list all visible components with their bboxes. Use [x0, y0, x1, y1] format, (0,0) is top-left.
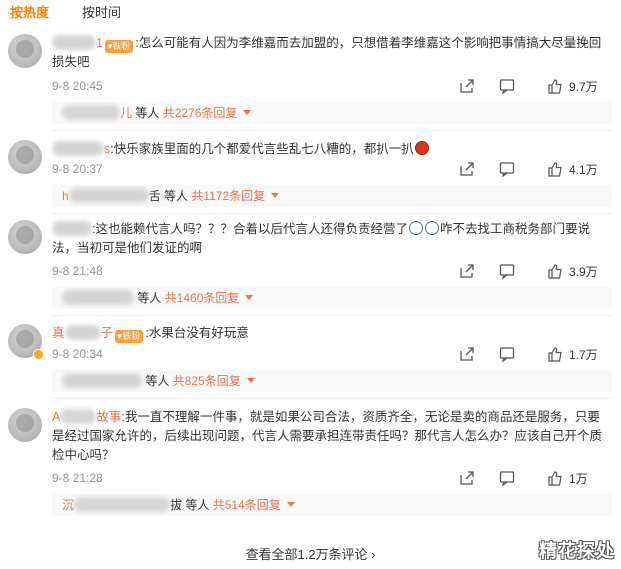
comment-time: 9-8 20:37	[52, 162, 103, 176]
reply-summary[interactable]: 沉拔 等人 共514条回复	[52, 494, 612, 516]
reply-count-link[interactable]: 共514条回复	[213, 498, 281, 512]
comment-text: A 故事:我一直不理解一件事，就是如果公司合法，资质齐全，无论是卖的商品还是服务，…	[52, 408, 612, 465]
divider	[52, 130, 612, 131]
comment-actions: 9.7万	[459, 78, 609, 95]
emoji-icon	[424, 221, 439, 235]
share-icon[interactable]	[459, 78, 475, 94]
comment-time: 9-8 20:45	[52, 79, 103, 93]
share-icon[interactable]	[459, 470, 475, 486]
avatar[interactable]	[8, 140, 42, 174]
comment-body: :这也能赖代言人吗？？？合着以后代言人还得负责经营了	[92, 222, 408, 236]
comment-text: 真子 ♥铁粉:水果台没有好玩意	[52, 324, 612, 343]
share-icon[interactable]	[459, 161, 475, 177]
comment-time: 9-8 21:28	[52, 471, 103, 485]
comment-body: :怎么可能有人因为李维嘉而去加盟的，只想借着李维嘉这个影响把事情搞大尽量挽回损失…	[52, 36, 602, 69]
avatar[interactable]	[8, 220, 42, 254]
reply-summary[interactable]: 等人 共825条回复	[52, 370, 612, 392]
avatar[interactable]	[8, 34, 42, 68]
emoji-icon	[408, 221, 423, 235]
comment-text: s:快乐家族里面的几个都爱代言些乱七八糟的，都扒一扒	[52, 140, 612, 159]
reply-count-link[interactable]: 共1172条回复	[191, 189, 265, 203]
chevron-down-icon	[286, 502, 295, 507]
chevron-down-icon	[245, 295, 254, 300]
view-all-comments-link[interactable]: 查看全部1.2万条评论 ›	[0, 544, 621, 563]
comment-text: 1 ♥铁粉:怎么可能有人因为李维嘉而去加盟的，只想借着李维嘉这个影响把事情搞大尽量…	[52, 34, 612, 72]
divider	[52, 398, 612, 399]
emoji-icon	[414, 141, 429, 155]
reply-count-link[interactable]: 共2276条回复	[163, 106, 238, 120]
comment-icon[interactable]	[499, 346, 515, 363]
share-icon[interactable]	[459, 263, 475, 279]
chevron-down-icon	[271, 193, 280, 198]
comment-actions: 1万	[459, 470, 609, 487]
sort-tabs: 按热度 按时间	[0, 0, 621, 26]
comment-time: 9-8 20:34	[52, 347, 103, 361]
reply-summary[interactable]: 等人 共1460条回复	[52, 287, 612, 309]
comment-actions: 4.1万	[459, 161, 609, 178]
avatar[interactable]	[8, 408, 42, 442]
comment-icon[interactable]	[499, 78, 515, 95]
divider	[52, 213, 612, 214]
reply-count-link[interactable]: 共1460条回复	[165, 291, 240, 305]
username[interactable]: A 故事	[52, 409, 121, 424]
fan-badge: ♥铁粉	[104, 40, 134, 53]
fan-badge: ♥铁粉	[115, 330, 144, 343]
like-count: 3.9万	[569, 265, 598, 279]
comment-time: 9-8 21:48	[52, 264, 103, 278]
comment-text: :这也能赖代言人吗？？？合着以后代言人还得负责经营了 咋不去找工商税务部门要说法，…	[52, 220, 612, 258]
comment-body: :我一直不理解一件事，就是如果公司合法，资质齐全，无论是卖的商品还是服务，只要是…	[52, 410, 603, 462]
username[interactable]: 1	[52, 35, 103, 50]
comment-icon[interactable]	[499, 161, 515, 178]
like-icon[interactable]	[547, 161, 563, 177]
reply-summary[interactable]: 儿 等人 共2276条回复	[52, 102, 612, 124]
like-count: 1万	[569, 472, 588, 486]
verified-badge-icon	[33, 349, 44, 360]
username[interactable]	[52, 221, 92, 236]
comment-actions: 3.9万	[459, 263, 609, 280]
like-icon[interactable]	[547, 263, 563, 279]
username[interactable]: s	[52, 141, 110, 156]
comment-body: :水果台没有好玩意	[145, 326, 249, 340]
chevron-down-icon	[246, 378, 255, 383]
like-count: 9.7万	[569, 80, 598, 94]
comment-icon[interactable]	[499, 470, 515, 487]
tab-sort-by-hot[interactable]: 按热度	[10, 2, 49, 21]
share-icon[interactable]	[459, 346, 475, 362]
tab-sort-by-time[interactable]: 按时间	[82, 2, 121, 21]
like-icon[interactable]	[547, 78, 563, 94]
divider	[52, 315, 612, 316]
chevron-down-icon	[243, 110, 252, 115]
comment-actions: 1.7万	[459, 346, 609, 363]
like-count: 4.1万	[569, 163, 598, 177]
like-count: 1.7万	[569, 348, 598, 362]
watermark: 精花探处	[539, 541, 615, 562]
like-icon[interactable]	[547, 346, 563, 362]
comment-icon[interactable]	[499, 263, 515, 280]
username[interactable]: 真子	[52, 325, 113, 340]
reply-count-link[interactable]: 共825条回复	[173, 374, 241, 388]
reply-summary[interactable]: h舌 等人 共1172条回复	[52, 185, 612, 207]
comment-body: :快乐家族里面的几个都爱代言些乱七八糟的，都扒一扒	[110, 142, 414, 156]
like-icon[interactable]	[547, 470, 563, 486]
